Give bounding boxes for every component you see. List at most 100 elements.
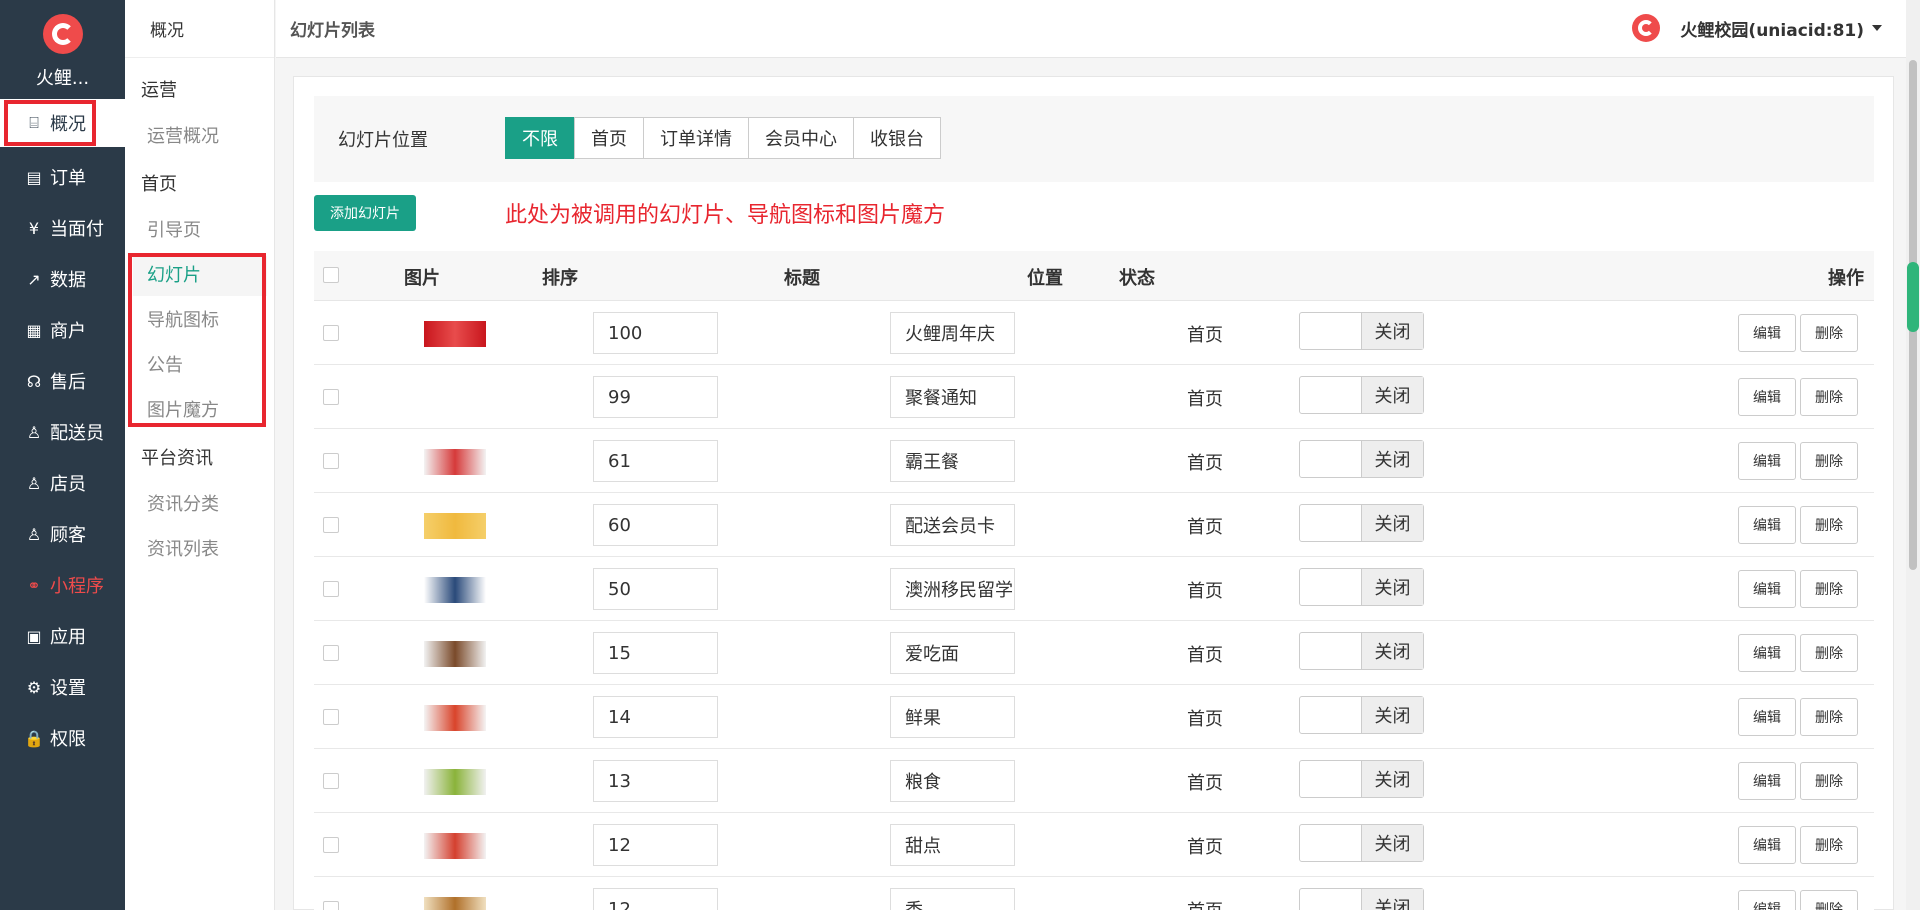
filter-option-4[interactable]: 收银台 — [853, 117, 941, 159]
nav-item-label: 设置 — [50, 678, 86, 699]
sort-input[interactable]: 99 — [593, 376, 718, 418]
row-checkbox[interactable] — [323, 389, 339, 405]
status-toggle[interactable]: 关闭 — [1299, 824, 1424, 862]
sort-input[interactable]: 14 — [593, 696, 718, 738]
sort-input[interactable]: 60 — [593, 504, 718, 546]
nav-item-9[interactable]: ⚭ 小程序 — [0, 561, 125, 609]
edit-button[interactable]: 编辑 — [1738, 442, 1796, 480]
filter-option-0[interactable]: 不限 — [505, 117, 575, 159]
yen-icon: ¥ — [28, 218, 40, 238]
status-toggle[interactable]: 关闭 — [1299, 312, 1424, 350]
delete-button[interactable]: 删除 — [1800, 314, 1858, 352]
row-checkbox[interactable] — [323, 773, 339, 789]
sub-item-guide[interactable]: 引导页 — [147, 216, 201, 242]
row-checkbox[interactable] — [323, 901, 339, 910]
nav-item-10[interactable]: ▣ 应用 — [0, 612, 125, 660]
sort-input[interactable]: 50 — [593, 568, 718, 610]
sub-item-news-list[interactable]: 资讯列表 — [147, 535, 219, 561]
sort-input[interactable]: 61 — [593, 440, 718, 482]
highlight-box-home-items — [128, 253, 266, 427]
nav-item-7[interactable]: ♙ 店员 — [0, 459, 125, 507]
delete-button[interactable]: 删除 — [1800, 762, 1858, 800]
filter-option-2[interactable]: 订单详情 — [643, 117, 749, 159]
table-row: 60 配送会员卡 首页 关闭 编辑 删除 — [314, 493, 1874, 557]
nav-item-label: 小程序 — [50, 576, 104, 597]
edit-button[interactable]: 编辑 — [1738, 762, 1796, 800]
sort-input[interactable]: 100 — [593, 312, 718, 354]
edit-button[interactable]: 编辑 — [1738, 314, 1796, 352]
status-toggle[interactable]: 关闭 — [1299, 440, 1424, 478]
title-input[interactable]: 粮食 — [890, 760, 1015, 802]
title-input[interactable]: 爱吃面 — [890, 632, 1015, 674]
row-checkbox[interactable] — [323, 837, 339, 853]
select-all-checkbox[interactable] — [323, 267, 339, 283]
scrollbar-grip[interactable] — [1907, 262, 1919, 332]
table-row: 12 甜点 首页 关闭 编辑 删除 — [314, 813, 1874, 877]
nav-item-12[interactable]: 🔒 权限 — [0, 714, 125, 762]
title-input[interactable]: 澳洲移民留学 — [890, 568, 1015, 610]
title-input[interactable]: 火鲤周年庆 — [890, 312, 1015, 354]
nav-item-2[interactable]: ¥ 当面付 — [0, 204, 125, 252]
slide-thumbnail — [424, 897, 486, 910]
row-checkbox[interactable] — [323, 517, 339, 533]
edit-button[interactable]: 编辑 — [1738, 890, 1796, 910]
edit-button[interactable]: 编辑 — [1738, 506, 1796, 544]
row-checkbox[interactable] — [323, 709, 339, 725]
nav-item-8[interactable]: ♙ 顾客 — [0, 510, 125, 558]
sort-input[interactable]: 13 — [593, 760, 718, 802]
edit-button[interactable]: 编辑 — [1738, 634, 1796, 672]
nav-item-6[interactable]: ♙ 配送员 — [0, 408, 125, 456]
edit-button[interactable]: 编辑 — [1738, 378, 1796, 416]
sub-group-operation: 运营 — [141, 80, 177, 101]
sort-input[interactable]: 12 — [593, 824, 718, 866]
add-slide-button[interactable]: 添加幻灯片 — [314, 195, 416, 231]
status-toggle[interactable]: 关闭 — [1299, 632, 1424, 670]
row-checkbox[interactable] — [323, 645, 339, 661]
delete-button[interactable]: 删除 — [1800, 698, 1858, 736]
nav-item-3[interactable]: ↗ 数据 — [0, 255, 125, 303]
sort-input[interactable]: 15 — [593, 632, 718, 674]
row-checkbox[interactable] — [323, 453, 339, 469]
delete-button[interactable]: 删除 — [1800, 378, 1858, 416]
title-input[interactable]: 配送会员卡 — [890, 504, 1015, 546]
title-input[interactable]: 甜点 — [890, 824, 1015, 866]
title-input[interactable]: 香 — [890, 888, 1015, 910]
nav-item-5[interactable]: ☊ 售后 — [0, 357, 125, 405]
edit-button[interactable]: 编辑 — [1738, 570, 1796, 608]
status-toggle[interactable]: 关闭 — [1299, 568, 1424, 606]
title-input[interactable]: 聚餐通知 — [890, 376, 1015, 418]
edit-button[interactable]: 编辑 — [1738, 826, 1796, 864]
table-row: 14 鲜果 首页 关闭 编辑 删除 — [314, 685, 1874, 749]
status-toggle[interactable]: 关闭 — [1299, 504, 1424, 542]
user-menu[interactable]: 火鲤校园(uniacid:81) — [1632, 14, 1882, 42]
sub-item-news-category[interactable]: 资讯分类 — [147, 490, 219, 516]
title-input[interactable]: 霸王餐 — [890, 440, 1015, 482]
nav-item-1[interactable]: ▤ 订单 — [0, 153, 125, 201]
filter-option-1[interactable]: 首页 — [574, 117, 644, 159]
apps-icon: ▣ — [26, 626, 42, 646]
edit-button[interactable]: 编辑 — [1738, 698, 1796, 736]
delete-button[interactable]: 删除 — [1800, 506, 1858, 544]
position-cell: 首页 — [1187, 325, 1223, 346]
sub-item-operation-overview[interactable]: 运营概况 — [147, 122, 219, 148]
status-toggle[interactable]: 关闭 — [1299, 376, 1424, 414]
delete-button[interactable]: 删除 — [1800, 570, 1858, 608]
status-label: 关闭 — [1361, 825, 1423, 861]
sort-input[interactable]: 12 — [593, 888, 718, 910]
page-scrollbar[interactable] — [1906, 0, 1920, 910]
delete-button[interactable]: 删除 — [1800, 442, 1858, 480]
row-checkbox[interactable] — [323, 581, 339, 597]
nav-item-11[interactable]: ⚙ 设置 — [0, 663, 125, 711]
status-toggle[interactable]: 关闭 — [1299, 888, 1424, 910]
brand[interactable]: 火鲤... — [0, 0, 125, 102]
row-checkbox[interactable] — [323, 325, 339, 341]
nav-item-4[interactable]: ▦ 商户 — [0, 306, 125, 354]
status-toggle[interactable]: 关闭 — [1299, 760, 1424, 798]
delete-button[interactable]: 删除 — [1800, 826, 1858, 864]
status-toggle[interactable]: 关闭 — [1299, 696, 1424, 734]
title-input[interactable]: 鲜果 — [890, 696, 1015, 738]
slide-thumbnail — [424, 577, 486, 603]
delete-button[interactable]: 删除 — [1800, 890, 1858, 910]
delete-button[interactable]: 删除 — [1800, 634, 1858, 672]
filter-option-3[interactable]: 会员中心 — [748, 117, 854, 159]
